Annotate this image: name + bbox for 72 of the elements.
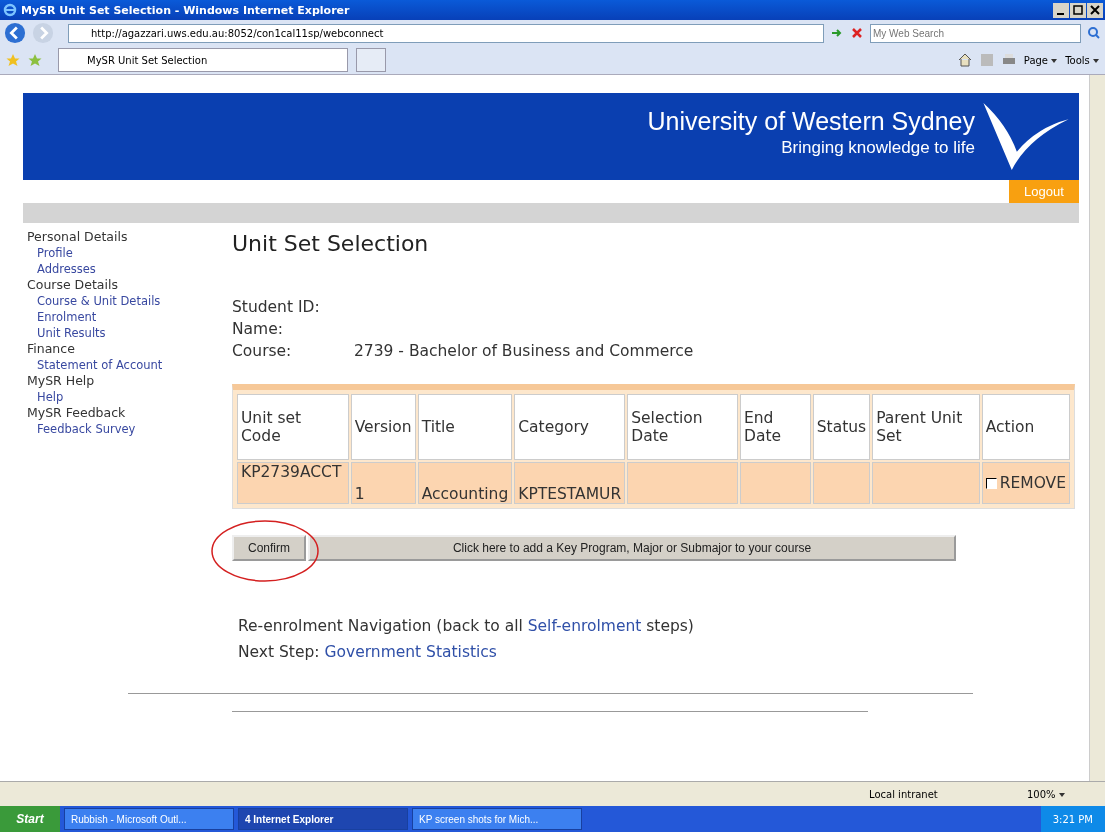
star-icon[interactable] <box>6 53 20 67</box>
caret-icon <box>1051 58 1058 63</box>
sidebar-link[interactable]: Statement of Account <box>27 357 232 373</box>
stop-icon[interactable] <box>850 26 864 40</box>
sidebar-heading: Course Details <box>27 277 119 293</box>
minimize-button[interactable] <box>1053 2 1069 18</box>
forward-button[interactable] <box>32 22 54 44</box>
info-label: Student ID: <box>232 297 321 318</box>
sidebar-link[interactable]: Unit Results <box>27 325 232 341</box>
sidebar-link[interactable]: Addresses <box>27 261 232 277</box>
sidebar-heading: Personal Details <box>27 229 129 245</box>
sidebar-link[interactable]: Help <box>27 389 232 405</box>
address-field[interactable]: http://agazzari.uws.edu.au:8052/con1cal11sp/webconnect <box>68 23 824 43</box>
column-header: Category <box>514 394 626 460</box>
column-header: Parent Unit Set <box>872 394 980 460</box>
zoom-control[interactable]: 100% <box>1027 788 1097 800</box>
search-icon[interactable] <box>1087 26 1101 40</box>
sidebar-heading: MySR Feedback <box>27 405 127 421</box>
taskbar-item[interactable]: KP screen shots for Mich... <box>412 808 582 830</box>
caret-icon <box>1093 58 1099 63</box>
maximize-button[interactable] <box>1070 2 1086 18</box>
sidebar-heading: MySR Help <box>27 373 96 389</box>
confirm-button[interactable]: Confirm <box>232 535 306 561</box>
page-title: Unit Set Selection <box>232 231 430 256</box>
taskbar-item[interactable]: Rubbish - Microsoft Outl... <box>64 808 234 830</box>
column-header: Selection Date <box>627 394 738 460</box>
info-label: Name: <box>232 319 284 340</box>
tagline: Bringing knowledge to life <box>781 138 975 158</box>
column-header: Action <box>981 394 1070 460</box>
back-button[interactable] <box>4 22 26 44</box>
sidebar-link[interactable]: Enrolment <box>27 309 232 325</box>
university-name: University of Western Sydney <box>647 107 975 136</box>
add-favorite-icon[interactable] <box>28 53 42 67</box>
close-button[interactable] <box>1087 2 1103 18</box>
column-header: Unit set Code <box>237 394 349 460</box>
sidebar-link[interactable]: Feedback Survey <box>27 421 232 437</box>
command-menu[interactable]: Tools <box>1065 54 1099 66</box>
navigation-text: Re-enrolment Navigation (back to all Self-enrolment steps) <box>238 616 695 637</box>
printer-icon[interactable] <box>1001 53 1016 67</box>
table-cell <box>812 462 871 504</box>
table-cell: KP2739ACCT <box>237 462 349 504</box>
column-header: Status <box>812 394 871 460</box>
new-tab-button[interactable] <box>356 48 386 72</box>
info-label: Course: <box>232 341 293 362</box>
taskbar-item[interactable]: 4 Internet Explorer <box>238 808 408 830</box>
browser-tab[interactable]: MySR Unit Set Selection <box>58 48 348 72</box>
feed-icon[interactable] <box>979 53 994 67</box>
next-step-link[interactable]: Government Statistics <box>324 643 497 661</box>
self-enrolment-link[interactable]: Self-enrolment <box>527 617 642 635</box>
table-cell <box>740 462 811 504</box>
sidebar-link[interactable]: Profile <box>27 245 232 261</box>
column-header: End Date <box>740 394 811 460</box>
next-step-label: Next Step: <box>238 643 320 661</box>
home-icon[interactable] <box>957 53 972 67</box>
security-zone: Local intranet <box>869 788 939 800</box>
add-program-button[interactable]: Click here to add a Key Program, Major or Submajor to your course <box>308 535 956 561</box>
clock: 3:21 PM <box>1052 813 1093 825</box>
table-cell: KPTESTAMUR <box>514 462 626 504</box>
command-menu[interactable]: Page <box>1023 54 1058 66</box>
search-field[interactable]: My Web Search <box>870 23 1081 43</box>
browser-logo-icon <box>3 3 17 17</box>
column-header: Title <box>417 394 513 460</box>
table-cell: Accounting <box>417 462 513 504</box>
window-title: MySR Unit Set Selection - Windows Internet Explorer <box>21 3 350 17</box>
table-cell: 1 <box>350 462 416 504</box>
sidebar-link[interactable]: Course & Unit Details <box>27 293 232 309</box>
info-value: 2739 - Bachelor of Business and Commerce <box>354 341 694 362</box>
caret-icon <box>1058 792 1065 797</box>
start-button[interactable]: Start <box>0 806 60 832</box>
sidebar-heading: Finance <box>27 341 76 357</box>
column-header: Version <box>350 394 416 460</box>
scrollbar[interactable] <box>1089 75 1105 781</box>
